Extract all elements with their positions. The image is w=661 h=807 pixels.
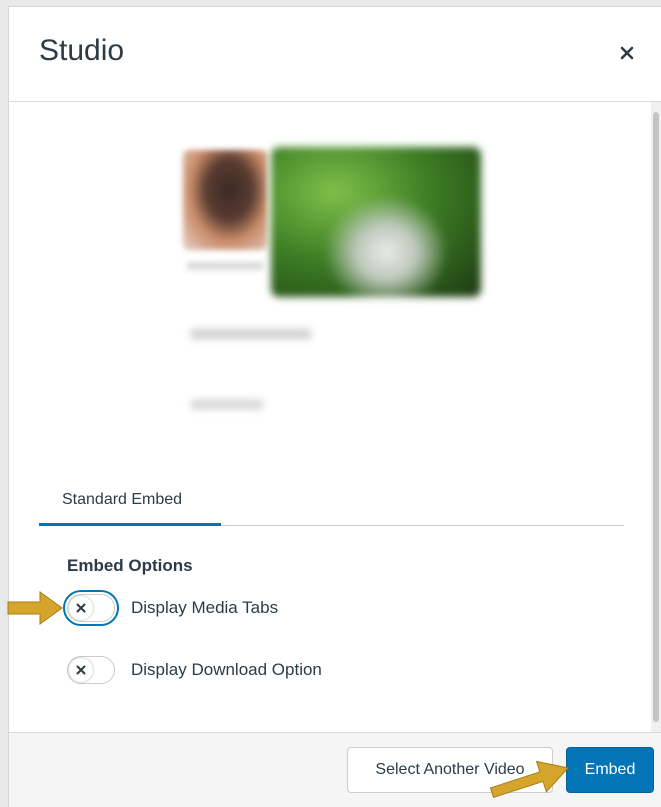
embed-options-heading: Embed Options (67, 556, 193, 575)
embed-tabs: Standard Embed (39, 478, 624, 526)
video-thumbnail[interactable] (271, 147, 481, 297)
close-button[interactable] (615, 41, 639, 65)
display-media-tabs-toggle[interactable] (63, 590, 119, 626)
thumbnail-caption-blurred (187, 262, 263, 270)
dialog-scrollbar[interactable] (651, 102, 661, 732)
display-media-tabs-label: Display Media Tabs (131, 598, 279, 617)
toggle-knob (69, 596, 93, 620)
dialog-title: Studio (39, 34, 125, 67)
video-title-blurred (191, 329, 311, 339)
toggle-row-download-option: Display Download Option (67, 654, 322, 686)
video-owner-blurred (191, 400, 263, 409)
toggle-knob (69, 658, 93, 682)
x-icon (76, 665, 86, 675)
dialog-header: Studio (9, 7, 661, 102)
arrow-icon (489, 760, 570, 799)
tab-standard-embed[interactable]: Standard Embed (39, 478, 221, 526)
display-download-option-label: Display Download Option (131, 660, 322, 679)
arrow-icon (7, 591, 63, 625)
display-download-option-toggle[interactable] (67, 656, 115, 684)
toggle-row-media-tabs: Display Media Tabs (63, 590, 279, 626)
video-preview (179, 142, 489, 307)
x-icon (76, 603, 86, 613)
tab-label: Standard Embed (62, 491, 183, 508)
presenter-thumbnail (183, 150, 267, 250)
studio-dialog: Studio Standard Embed Embed Options Disp… (8, 6, 661, 807)
scrollbar-thumb[interactable] (653, 112, 659, 722)
embed-button[interactable]: Embed (566, 747, 654, 793)
close-icon (620, 46, 634, 60)
